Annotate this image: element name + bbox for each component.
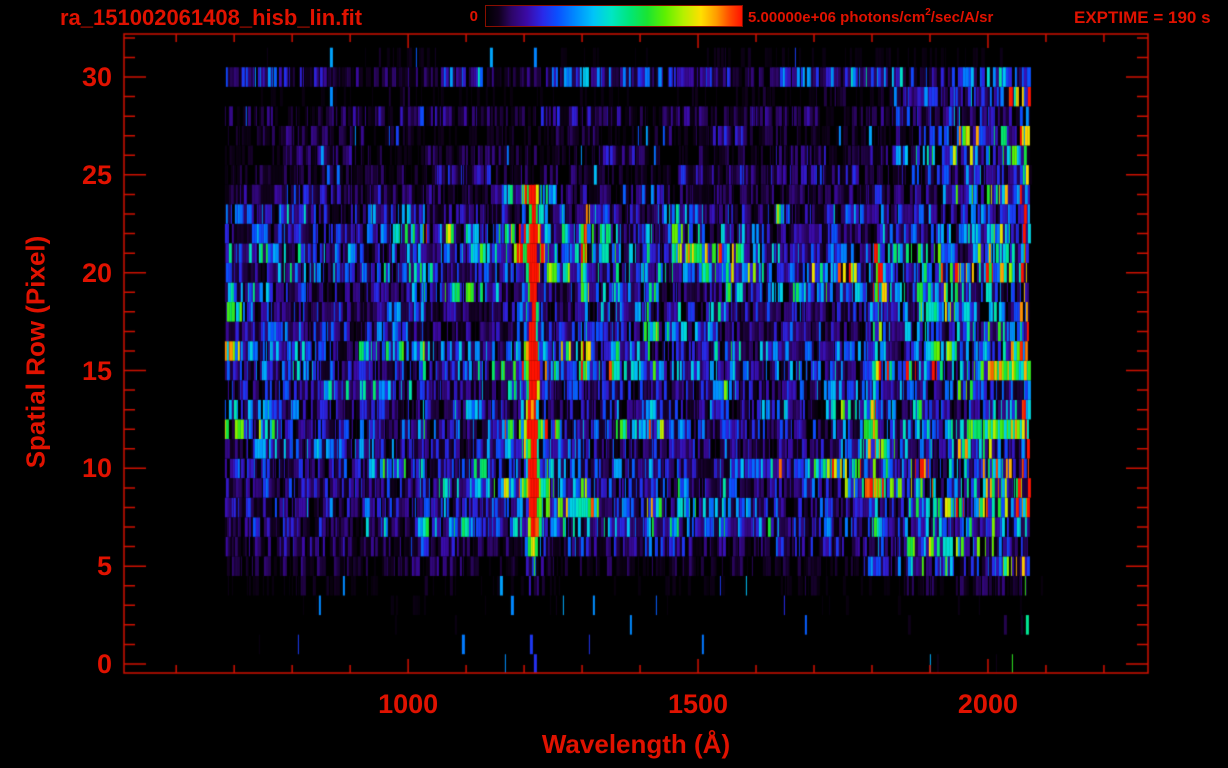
- colorbar-max-label-suffix: /sec/A/sr: [930, 9, 994, 26]
- y-tick-label: 30: [81, 62, 112, 93]
- file-title: ra_151002061408_hisb_lin.fit: [60, 5, 363, 30]
- colorbar-min-label: 0: [469, 8, 478, 25]
- exptime-label: EXPTIME = 190 s: [1074, 8, 1211, 27]
- spectral-image-viewer: ra_151002061408_hisb_lin.fit 0 5.00000e+…: [0, 0, 1228, 768]
- spectrum-heatmap-canvas: [0, 0, 1228, 768]
- colorbar-max-label: 5.00000e+06 photons/cm2/sec/A/sr: [748, 7, 994, 26]
- y-tick-label: 10: [81, 453, 112, 484]
- y-tick-label: 5: [96, 551, 112, 582]
- y-tick-label: 25: [81, 159, 112, 190]
- colorbar-gradient: [485, 5, 743, 27]
- y-tick-label: 0: [96, 649, 112, 679]
- x-tick-label: 1500: [667, 689, 729, 719]
- x-axis-title: Wavelength (Å): [541, 729, 731, 759]
- y-tick-label: 20: [81, 257, 112, 288]
- colorbar-max-label-prefix: 5.00000e+06 photons/cm: [748, 9, 926, 26]
- x-tick-label: 2000: [957, 689, 1018, 719]
- x-tick-label: 1000: [378, 689, 439, 719]
- colorbar-max-unit-exponent: 2: [925, 7, 931, 18]
- y-tick-label: 15: [81, 355, 112, 386]
